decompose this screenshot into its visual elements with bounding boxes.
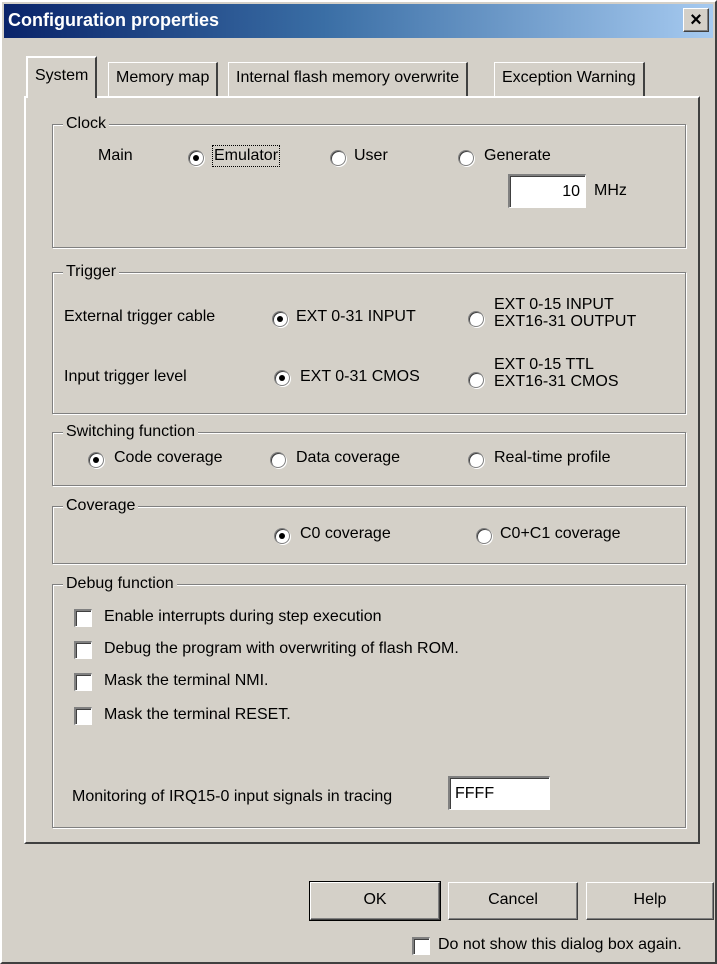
coverage-group-label: Coverage — [63, 495, 139, 517]
irq-mask-input[interactable] — [448, 776, 550, 810]
trigger-group: Trigger — [52, 261, 686, 414]
user-radio[interactable] — [330, 150, 346, 166]
main-clock-label: Main — [98, 147, 133, 164]
ext-input-output-option-label[interactable]: EXT 0-15 INPUT EXT16-31 OUTPUT — [494, 296, 636, 330]
dont-show-again-label[interactable]: Do not show this dialog box again. — [438, 936, 682, 954]
emulator-option-label[interactable]: Emulator — [211, 145, 281, 167]
switching-function-group-label: Switching function — [63, 421, 198, 443]
tab-internal-flash-label: Internal flash memory overwrite — [236, 69, 460, 86]
ttl-cmos-line1: EXT 0-15 TTL — [494, 356, 594, 373]
help-button-label: Help — [633, 891, 667, 908]
frequency-input[interactable] — [508, 174, 586, 208]
ext-input-output-line2: EXT16-31 OUTPUT — [494, 313, 637, 330]
tab-memory-map[interactable]: Memory map — [108, 62, 219, 96]
realtime-profile-radio[interactable] — [468, 452, 484, 468]
code-coverage-radio[interactable] — [88, 452, 104, 468]
tab-exception-warning[interactable]: Exception Warning — [494, 62, 645, 96]
radio-selected-dot — [277, 316, 283, 322]
tab-system[interactable]: System — [26, 56, 98, 98]
irq-monitoring-label: Monitoring of IRQ15-0 input signals in t… — [72, 788, 393, 805]
ttl-cmos-option-label[interactable]: EXT 0-15 TTL EXT16-31 CMOS — [494, 356, 618, 390]
cmos-radio[interactable] — [274, 370, 290, 386]
tab-memory-map-label: Memory map — [116, 69, 210, 86]
ok-button-label: OK — [363, 891, 387, 908]
debug-flash-rom-label[interactable]: Debug the program with overwriting of fl… — [104, 640, 459, 658]
code-coverage-label[interactable]: Code coverage — [114, 449, 223, 467]
clock-group: Clock — [52, 113, 686, 248]
trigger-group-label: Trigger — [63, 261, 120, 283]
c0-coverage-label[interactable]: C0 coverage — [300, 525, 391, 543]
mask-nmi-checkbox[interactable] — [74, 673, 92, 691]
ok-button[interactable]: OK — [309, 881, 441, 921]
user-option-label[interactable]: User — [354, 147, 388, 165]
clock-group-label: Clock — [63, 113, 110, 135]
radio-selected-dot — [279, 375, 285, 381]
ext-input-radio[interactable] — [272, 311, 288, 327]
close-icon: × — [690, 9, 702, 31]
enable-interrupts-checkbox[interactable] — [74, 609, 92, 627]
ext-input-output-line1: EXT 0-15 INPUT — [494, 296, 614, 313]
dont-show-again-checkbox[interactable] — [412, 937, 430, 955]
cmos-option-label[interactable]: EXT 0-31 CMOS — [300, 368, 420, 386]
ext-input-option-label[interactable]: EXT 0-31 INPUT — [296, 308, 416, 326]
ttl-cmos-radio[interactable] — [468, 372, 484, 388]
c0-coverage-radio[interactable] — [274, 528, 290, 544]
title-bar: Configuration properties × — [4, 4, 713, 38]
generate-radio[interactable] — [458, 150, 474, 166]
cancel-button[interactable]: Cancel — [448, 882, 578, 920]
ttl-cmos-line2: EXT16-31 CMOS — [494, 373, 619, 390]
tab-system-label: System — [35, 67, 89, 84]
help-button[interactable]: Help — [586, 882, 714, 920]
input-trigger-level-label: Input trigger level — [64, 368, 187, 385]
c0-c1-coverage-radio[interactable] — [476, 528, 492, 544]
tab-exception-warning-label: Exception Warning — [502, 69, 636, 86]
radio-selected-dot — [193, 155, 199, 161]
generate-option-label[interactable]: Generate — [484, 147, 551, 165]
mask-reset-label[interactable]: Mask the terminal RESET. — [104, 706, 291, 724]
external-trigger-cable-label: External trigger cable — [64, 308, 216, 325]
ext-input-output-radio[interactable] — [468, 311, 484, 327]
tab-internal-flash[interactable]: Internal flash memory overwrite — [228, 62, 469, 96]
window-title: Configuration properties — [8, 10, 219, 30]
mask-reset-checkbox[interactable] — [74, 707, 92, 725]
frequency-unit-label: MHz — [594, 182, 627, 199]
radio-selected-dot — [279, 533, 285, 539]
data-coverage-label[interactable]: Data coverage — [296, 449, 400, 467]
debug-function-group-label: Debug function — [63, 573, 177, 595]
debug-flash-rom-checkbox[interactable] — [74, 641, 92, 659]
enable-interrupts-label[interactable]: Enable interrupts during step execution — [104, 608, 382, 626]
emulator-radio[interactable] — [188, 150, 204, 166]
realtime-profile-label[interactable]: Real-time profile — [494, 449, 610, 467]
c0-c1-coverage-label[interactable]: C0+C1 coverage — [500, 525, 621, 543]
data-coverage-radio[interactable] — [270, 452, 286, 468]
configuration-dialog: Configuration properties × System Memory… — [0, 0, 717, 964]
cancel-button-label: Cancel — [488, 891, 538, 908]
mask-nmi-label[interactable]: Mask the terminal NMI. — [104, 672, 268, 690]
close-button[interactable]: × — [683, 8, 709, 32]
radio-selected-dot — [93, 457, 99, 463]
